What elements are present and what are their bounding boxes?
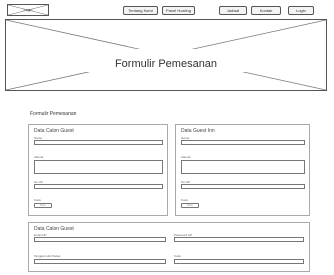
kode-input[interactable] [174, 259, 304, 264]
field-label-tanggal-lahir: Tanggal Lahir/Kelas [34, 254, 61, 258]
panel-data-guest-inn: Data Guest Inn Nama Alamat No HP Kode Ki… [175, 124, 310, 216]
tanggal-lahir-input[interactable] [34, 259, 166, 264]
banner-title: Formulir Pemesanan [114, 58, 218, 70]
nama-input[interactable] [34, 140, 163, 145]
logo-label: Logo [23, 7, 33, 12]
panel-title: Data Calon Guest [34, 226, 74, 232]
logo-placeholder[interactable]: Logo [7, 4, 49, 16]
nama-input[interactable] [181, 140, 305, 145]
kirim-button[interactable]: Kirim [181, 203, 199, 208]
panel-title: Data Guest Inn [181, 128, 215, 134]
nav-jadwal-button[interactable]: Jadwal [219, 6, 247, 15]
field-label-kode: Kode [174, 254, 182, 258]
alamat-textarea[interactable] [181, 160, 305, 174]
password-input[interactable] [174, 237, 304, 242]
no-hp-input[interactable] [34, 184, 163, 189]
field-label-alamat: Alamat [181, 155, 191, 159]
nav-panel-hosting-button[interactable]: Panel Hosting [162, 6, 195, 15]
kirim-button[interactable]: Kirim [34, 203, 52, 208]
nav-kontak-button[interactable]: Kontak [251, 6, 281, 15]
email-input[interactable] [34, 237, 166, 242]
nav-tentang-kami-button[interactable]: Tentang Kami [123, 6, 158, 15]
form-section-title: Formulir Pemesanan [30, 111, 77, 117]
panel-title: Data Calon Guest [34, 128, 74, 134]
panel-data-calon-guest: Data Calon Guest Nama Alamat No HP Kode … [28, 124, 168, 216]
alamat-textarea[interactable] [34, 160, 163, 174]
field-label-alamat: Alamat [34, 155, 44, 159]
panel-data-calon-guest-bottom: Data Calon Guest Email HP Password HP Ta… [28, 222, 310, 272]
banner-placeholder: Gambar Banner Formulir Pemesanan [5, 19, 327, 91]
field-label-kode: Kode [34, 198, 42, 202]
nav-login-button[interactable]: Login [288, 6, 314, 15]
field-label-kode: Kode [181, 198, 189, 202]
no-hp-input[interactable] [181, 184, 305, 189]
